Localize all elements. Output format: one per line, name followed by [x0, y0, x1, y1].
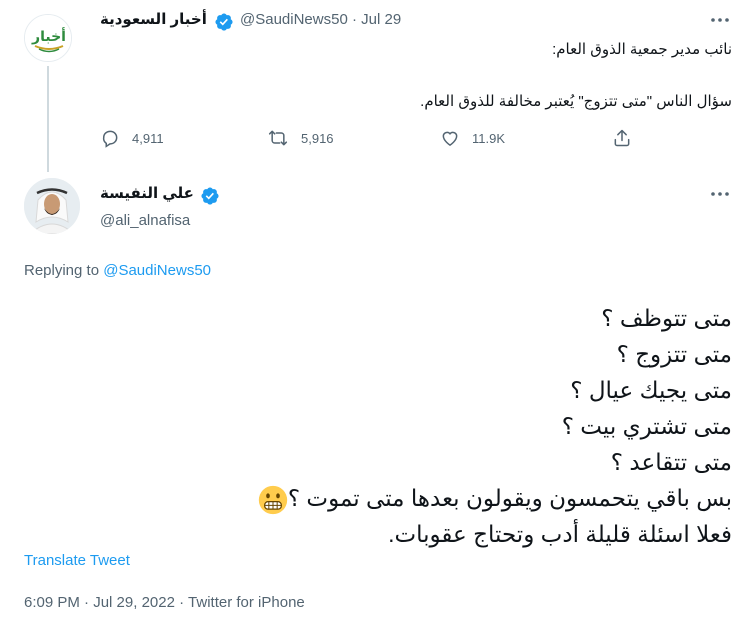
reply-action[interactable]: 4,911 [100, 128, 164, 148]
tweet-source[interactable]: Twitter for iPhone [188, 594, 305, 611]
replying-to-link[interactable]: @SaudiNews50 [103, 262, 211, 279]
parent-author-name[interactable]: أخبار السعودية [100, 10, 207, 28]
tweet-line: متى تتزوج ؟ [616, 341, 732, 367]
parent-handle-date: @SaudiNews50 · Jul 29 [240, 11, 401, 28]
author-handle[interactable]: @ali_alnafisa [100, 212, 190, 229]
retweet-action[interactable]: 5,916 [267, 128, 334, 148]
dot-separator: · [179, 594, 185, 611]
like-count: 11.9K [472, 130, 506, 146]
like-action[interactable]: 11.9K [440, 128, 505, 148]
parent-tweet-text-line1: نائب مدير جمعية الذوق العام: [552, 41, 732, 58]
tweet-line: متى تشتري بيت ؟ [561, 413, 732, 439]
parent-handle[interactable]: @SaudiNews50 [240, 11, 348, 28]
profile-photo [24, 178, 80, 234]
verified-badge-icon [215, 13, 233, 31]
tweet-body: متى تتوظف ؟ متى تتزوج ؟ متى يجيك عيال ؟ … [32, 300, 732, 552]
more-options-icon[interactable] [708, 182, 732, 206]
tweet-line: فعلا اسئلة قليلة أدب وتحتاج عقوبات. [388, 521, 732, 547]
logo-text: أخبار [31, 27, 66, 45]
replying-to: Replying to @SaudiNews50 [24, 262, 211, 279]
reply-count: 4,911 [132, 130, 164, 146]
tweet-date[interactable]: Jul 29, 2022 [93, 594, 175, 611]
tweet-line: متى تتوظف ؟ [601, 305, 732, 331]
replying-prefix: Replying to [24, 262, 100, 279]
grimacing-face-icon [258, 485, 287, 515]
tweet-line: متى يجيك عيال ؟ [570, 377, 732, 403]
share-action[interactable] [612, 128, 632, 148]
parent-tweet-text-line2: سؤال الناس "متى تتزوج" يُعتبر مخالفة للذ… [420, 93, 732, 110]
dot-separator: · [351, 11, 357, 28]
saudi-news-logo: أخبار [25, 15, 71, 61]
heart-icon [442, 131, 458, 146]
translate-tweet-link[interactable]: Translate Tweet [24, 552, 130, 569]
retweet-count: 5,916 [301, 130, 334, 146]
retweet-icon [268, 130, 288, 146]
tweet-line: متى تتقاعد ؟ [610, 449, 732, 475]
more-options-icon[interactable] [708, 8, 732, 32]
avatar-saudi-news[interactable]: أخبار [24, 14, 72, 62]
parent-date[interactable]: Jul 29 [361, 11, 401, 28]
thread-connector [47, 66, 49, 172]
tweet-time[interactable]: 6:09 PM [24, 594, 80, 611]
verified-badge-icon [201, 187, 219, 205]
tweet-metadata: 6:09 PM · Jul 29, 2022 · Twitter for iPh… [24, 594, 305, 611]
share-icon [614, 129, 630, 147]
dot-separator: · [84, 594, 90, 611]
avatar-ali-alnafisa[interactable] [24, 178, 80, 234]
author-name[interactable]: علي النفيسة [100, 184, 194, 202]
tweet-line: بس باقي يتحمسون ويقولون بعدها متى تموت ؟ [287, 485, 732, 511]
tweet-line-with-emoji: بس باقي يتحمسون ويقولون بعدها متى تموت ؟ [32, 480, 732, 516]
reply-icon [102, 130, 118, 148]
